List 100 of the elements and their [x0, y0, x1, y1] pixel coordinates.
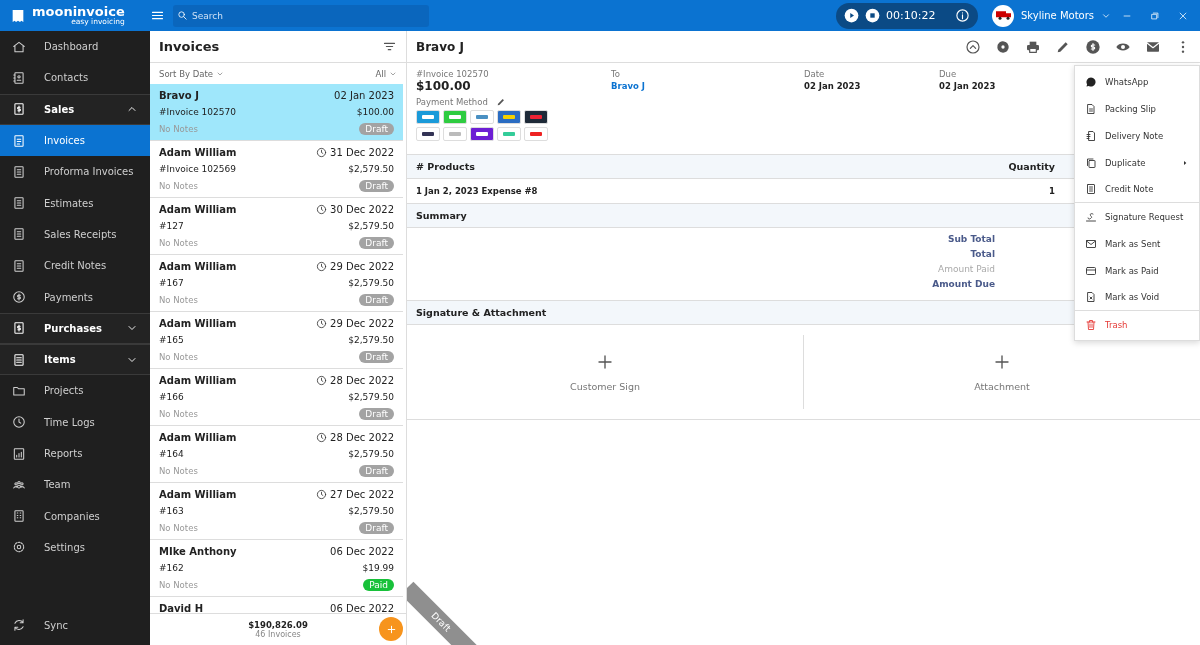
dollar-circle-button[interactable] — [1085, 38, 1101, 55]
due-label: Due — [939, 69, 958, 79]
invoice-row[interactable]: Bravo J 02 Jan 2023 #Invoice 102570 $100.00 No Notes Draft — [150, 84, 403, 141]
menu-item[interactable]: Mark as Paid — [1075, 257, 1199, 284]
client-name: MIke Anthony — [159, 545, 237, 557]
sidebar-item[interactable]: Estimates — [0, 187, 150, 219]
caret-right-icon — [1181, 158, 1189, 167]
invoice-amount: $2,579.50 — [348, 506, 394, 516]
truck-icon — [995, 11, 1011, 20]
sidebar-item[interactable]: Payments — [0, 281, 150, 313]
sidebar-item[interactable]: Team — [0, 469, 150, 501]
invoice-date: 28 Dec 2022 — [330, 431, 394, 443]
menu-item[interactable]: WhatsApp — [1075, 68, 1199, 95]
status-filter-dropdown[interactable]: All — [375, 68, 397, 79]
sidebar-item[interactable]: Invoices — [0, 124, 150, 157]
product-quantity: 1 — [1049, 186, 1055, 196]
status-badge: Draft — [359, 408, 394, 420]
menu-item[interactable]: Mark as Void — [1075, 284, 1199, 311]
payment-logo-icon — [497, 110, 521, 124]
document-icon — [12, 196, 26, 211]
document-icon — [1085, 291, 1097, 303]
invoice-row[interactable]: Adam William 29 Dec 2022 #165 $2,579.50 No Notes Draft — [150, 312, 403, 369]
client-name: Adam William — [159, 488, 237, 500]
dollar-circle-icon — [1085, 38, 1101, 55]
column-header: # Products — [416, 161, 475, 172]
sidebar-item[interactable]: Projects — [0, 375, 150, 407]
sidebar-section[interactable]: Purchases — [0, 312, 150, 344]
dollar-document-icon — [12, 102, 26, 117]
sidebar-item[interactable]: Proforma Invoices — [0, 156, 150, 188]
invoice-amount: $2,579.50 — [348, 335, 394, 345]
client-link[interactable]: Bravo J — [611, 81, 645, 91]
client-name: Bravo J — [159, 89, 199, 101]
menu-item[interactable]: Delivery Note — [1075, 122, 1199, 149]
menu-item[interactable]: Signature Request — [1075, 203, 1199, 230]
close-icon — [1178, 10, 1188, 21]
sidebar-item[interactable]: Credit Notes — [0, 250, 150, 282]
client-name: Adam William — [159, 317, 237, 329]
sidebar-item[interactable]: Time Logs — [0, 406, 150, 438]
menu-item[interactable]: Credit Note — [1075, 176, 1199, 203]
sidebar-item[interactable]: Settings — [0, 531, 150, 564]
payment-logo-icon — [524, 110, 548, 124]
invoice-date: 29 Dec 2022 — [330, 260, 394, 272]
sidebar-item[interactable]: Reports — [0, 437, 150, 470]
menu-item[interactable]: Mark as Sent — [1075, 230, 1199, 257]
client-name: David H — [159, 602, 203, 613]
sidebar-section[interactable]: Items — [0, 343, 150, 376]
due-date: 02 Jan 2023 — [939, 81, 996, 91]
upload-slot[interactable]: Customer Sign — [407, 335, 803, 409]
invoice-amount: $2,579.50 — [348, 392, 394, 402]
restore-icon — [1150, 10, 1160, 21]
company-name[interactable]: Skyline Motors — [1021, 10, 1095, 21]
invoice-number: #164 — [159, 449, 184, 459]
sync-button[interactable]: Sync — [0, 609, 150, 641]
document-icon — [12, 133, 26, 148]
invoice-row[interactable]: Adam William 29 Dec 2022 #167 $2,579.50 No Notes Draft — [150, 255, 403, 312]
invoice-row[interactable]: Adam William 28 Dec 2022 #164 $2,579.50 No Notes Draft — [150, 426, 403, 483]
clock-icon — [316, 203, 328, 215]
client-name: Adam William — [159, 431, 237, 443]
status-badge: Draft — [359, 351, 394, 363]
sort-dropdown[interactable]: Sort By Date — [159, 68, 224, 79]
invoice-row[interactable]: Adam William 27 Dec 2022 #163 $2,579.50 No Notes Draft — [150, 483, 403, 540]
sidebar-item[interactable]: Contacts — [0, 62, 150, 94]
invoice-row[interactable]: Adam William 28 Dec 2022 #166 $2,579.50 No Notes Draft — [150, 369, 403, 426]
invoice-date: 30 Dec 2022 — [330, 203, 394, 215]
company-avatar[interactable] — [992, 4, 1014, 27]
invoice-number: #163 — [159, 506, 184, 516]
clock-icon — [12, 415, 26, 430]
client-name: Adam William — [159, 203, 237, 215]
invoice-notes: No Notes — [159, 466, 198, 476]
list-title: Invoices — [159, 39, 220, 54]
stop-button[interactable] — [865, 8, 880, 23]
info-button[interactable] — [955, 8, 970, 23]
invoice-amount: $100.00 — [356, 107, 394, 117]
invoice-row[interactable]: MIke Anthony 06 Dec 2022 #162 $19.99 No Notes Paid — [150, 540, 403, 597]
chevron-circle-button[interactable] — [965, 38, 981, 55]
invoice-amount: $100.00 — [416, 79, 472, 93]
invoice-row[interactable]: Adam William 31 Dec 2022 #Invoice 102569 $2,579.50 No Notes Draft — [150, 141, 403, 198]
building-icon — [12, 509, 26, 524]
invoice-row[interactable]: Adam William 30 Dec 2022 #127 $2,579.50 No Notes Draft — [150, 198, 403, 255]
plus-icon — [993, 352, 1011, 371]
invoice-number: #165 — [159, 335, 184, 345]
menu-item[interactable]: Duplicate — [1075, 149, 1199, 176]
column-header: Quantity — [1008, 161, 1055, 172]
to-label: To — [611, 69, 621, 79]
sidebar-section[interactable]: Sales — [0, 93, 150, 125]
sidebar-item[interactable]: Companies — [0, 500, 150, 532]
clock-icon — [316, 146, 328, 158]
menu-item[interactable]: Trash — [1075, 311, 1199, 338]
envelope-icon — [1085, 237, 1097, 250]
dollar-document-icon — [12, 321, 26, 336]
invoice-notes: No Notes — [159, 238, 198, 248]
sidebar-item[interactable]: Dashboard — [0, 31, 150, 63]
sidebar-item[interactable]: Sales Receipts — [0, 218, 150, 251]
timer-time: 00:10:22 — [886, 9, 937, 22]
play-button[interactable] — [844, 8, 859, 23]
payment-logo-icon — [416, 110, 440, 124]
list-total: $190,826.09 — [248, 620, 308, 630]
menu-item[interactable]: Packing Slip — [1075, 95, 1199, 122]
dollar-circle-icon — [12, 290, 26, 304]
payment-logo-icon — [443, 127, 467, 141]
